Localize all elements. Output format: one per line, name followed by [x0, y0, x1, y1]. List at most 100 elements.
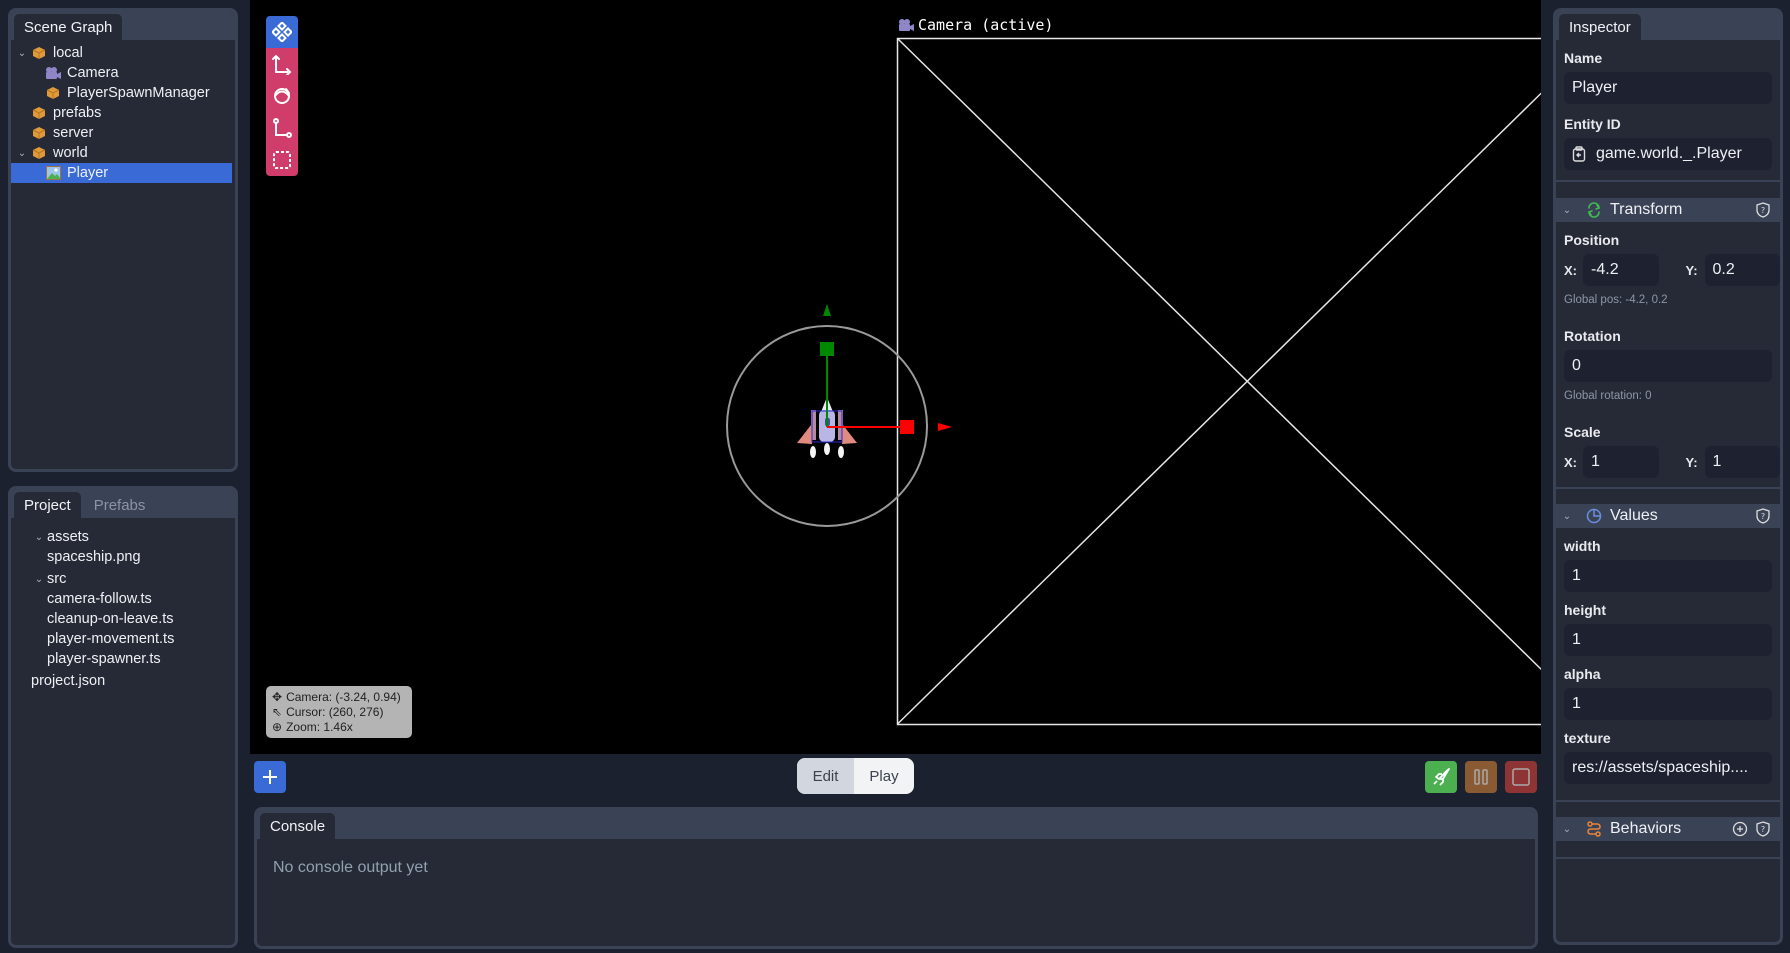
- scene-item-prefabs[interactable]: prefabs: [11, 103, 235, 123]
- project-folder[interactable]: ⌄ assets: [11, 527, 235, 547]
- values-title: Values: [1610, 507, 1658, 524]
- project-item-label: player-movement.ts: [47, 631, 175, 647]
- scene-item-world[interactable]: ⌄ world: [11, 143, 235, 163]
- pause-button[interactable]: [1465, 761, 1497, 793]
- help-shield-icon[interactable]: ?: [1756, 202, 1770, 218]
- camera-icon: [45, 65, 61, 81]
- rotate-tool-button[interactable]: [266, 80, 298, 112]
- alpha-input[interactable]: 1: [1564, 688, 1772, 720]
- rotation-input[interactable]: 0: [1564, 350, 1772, 382]
- chevron-down-icon[interactable]: ⌄: [1562, 824, 1572, 835]
- scale-x-input[interactable]: 1: [1583, 446, 1659, 478]
- pie-chart-icon: [1586, 508, 1602, 524]
- project-item-label: project.json: [31, 673, 106, 689]
- tab-scene-graph[interactable]: Scene Graph: [14, 14, 123, 40]
- launch-button[interactable]: [1425, 761, 1457, 793]
- image-icon: [45, 165, 61, 181]
- move-all-tool-button[interactable]: [266, 16, 298, 48]
- name-input[interactable]: Player: [1564, 72, 1772, 104]
- project-file[interactable]: spaceship.png: [11, 547, 235, 567]
- add-entity-button[interactable]: [254, 761, 286, 793]
- project-folder[interactable]: ⌄ src: [11, 569, 235, 589]
- svg-text:?: ?: [1761, 206, 1765, 215]
- y-axis-handle: [820, 342, 834, 356]
- console-panel: Console No console output yet: [254, 807, 1538, 949]
- project-file[interactable]: project.json: [11, 671, 235, 691]
- chevron-down-icon[interactable]: ⌄: [31, 574, 47, 585]
- project-panel: Project Prefabs ⌄ assets spaceship.png ⌄ src…: [8, 486, 238, 948]
- project-file[interactable]: cleanup-on-leave.ts: [11, 609, 235, 629]
- chevron-down-icon[interactable]: ⌄: [1562, 511, 1572, 522]
- chevron-down-icon[interactable]: ⌄: [17, 48, 27, 59]
- scene-item-local[interactable]: ⌄ local: [11, 43, 235, 63]
- viewport-canvas: [726, 37, 1541, 726]
- tab-project[interactable]: Project: [14, 492, 81, 518]
- help-shield-icon[interactable]: ?: [1756, 821, 1770, 837]
- position-x-input[interactable]: -4.2: [1583, 254, 1659, 286]
- camera-icon: [899, 19, 914, 31]
- position-label: Position: [1564, 232, 1620, 248]
- tab-prefabs[interactable]: Prefabs: [84, 492, 156, 518]
- texture-input[interactable]: res://assets/spaceship....: [1564, 752, 1772, 784]
- help-shield-icon[interactable]: ?: [1756, 508, 1770, 524]
- transform-icon: [1587, 202, 1601, 218]
- scale-tool-button[interactable]: [266, 112, 298, 144]
- scene-item-server[interactable]: server: [11, 123, 235, 143]
- height-input[interactable]: 1: [1564, 624, 1772, 656]
- entity-id-field[interactable]: game.world._.Player: [1564, 138, 1772, 170]
- width-input[interactable]: 1: [1564, 560, 1772, 592]
- tab-inspector[interactable]: Inspector: [1559, 14, 1641, 40]
- package-icon: [31, 145, 47, 161]
- scene-item-playerspawnmanager[interactable]: PlayerSpawnManager: [11, 83, 235, 103]
- move-all-icon: [272, 22, 292, 42]
- project-file[interactable]: player-movement.ts: [11, 629, 235, 649]
- cursor-icon: ⇖: [272, 705, 283, 719]
- cursor-readout: Cursor: (260, 276): [286, 705, 384, 719]
- edit-mode-button[interactable]: Edit: [797, 758, 854, 794]
- chevron-down-icon[interactable]: ⌄: [31, 532, 47, 543]
- scale-x-label: X:: [1564, 454, 1577, 470]
- values-section-header[interactable]: ⌄ Values ?: [1556, 504, 1780, 528]
- scale-y-label: Y:: [1685, 454, 1698, 470]
- scene-item-camera[interactable]: Camera: [11, 63, 235, 83]
- pos-x-label: X:: [1564, 262, 1577, 278]
- scene-viewport[interactable]: Camera (active) ✥ Camera: (-3.24, 0.94) ⇖…: [250, 0, 1541, 754]
- scale-y-input[interactable]: 1: [1704, 446, 1780, 478]
- copy-clipboard-icon[interactable]: [1572, 146, 1586, 162]
- scale-axes-icon: [273, 118, 292, 138]
- chevron-down-icon[interactable]: ⌄: [17, 148, 27, 159]
- mode-toggle: Edit Play: [797, 758, 914, 794]
- project-item-label: player-spawner.ts: [47, 651, 161, 667]
- scene-item-player[interactable]: Player: [11, 163, 232, 183]
- height-label: height: [1564, 602, 1606, 618]
- select-rect-tool-button[interactable]: [266, 144, 298, 176]
- dashed-rect-icon: [273, 151, 291, 169]
- stop-button[interactable]: [1505, 761, 1537, 793]
- zoom-icon: ⊕: [272, 720, 283, 734]
- play-mode-button[interactable]: Play: [854, 758, 914, 794]
- rotation-label: Rotation: [1564, 328, 1621, 344]
- translate-tool-button[interactable]: [266, 48, 298, 80]
- project-file[interactable]: player-spawner.ts: [11, 649, 235, 669]
- add-behavior-icon[interactable]: [1732, 821, 1748, 837]
- camera-readout: Camera: (-3.24, 0.94): [286, 690, 401, 704]
- zoom-readout: Zoom: 1.46x: [286, 720, 353, 734]
- tool-strip: [266, 16, 298, 176]
- name-label: Name: [1564, 50, 1603, 66]
- chevron-down-icon[interactable]: ⌄: [1562, 205, 1572, 216]
- package-icon: [31, 105, 47, 121]
- behaviors-section-header[interactable]: ⌄ Behaviors ?: [1556, 817, 1780, 841]
- svg-text:?: ?: [1761, 825, 1765, 834]
- x-axis-handle: [900, 420, 914, 434]
- inspector-panel: Inspector Name Player Entity ID game.wor…: [1553, 8, 1783, 945]
- tab-console[interactable]: Console: [260, 813, 336, 839]
- project-item-label: assets: [47, 529, 89, 545]
- scene-tree: ⌄ local Camera PlayerSpawnManager prefabs ser…: [11, 40, 235, 183]
- project-file[interactable]: camera-follow.ts: [11, 589, 235, 609]
- transform-section-header[interactable]: ⌄ Transform ?: [1556, 198, 1780, 222]
- workflow-icon: [1587, 821, 1601, 837]
- camera-frame: [896, 37, 1541, 726]
- texture-label: texture: [1564, 730, 1611, 746]
- position-y-input[interactable]: 0.2: [1704, 254, 1780, 286]
- pause-icon: [1474, 769, 1488, 785]
